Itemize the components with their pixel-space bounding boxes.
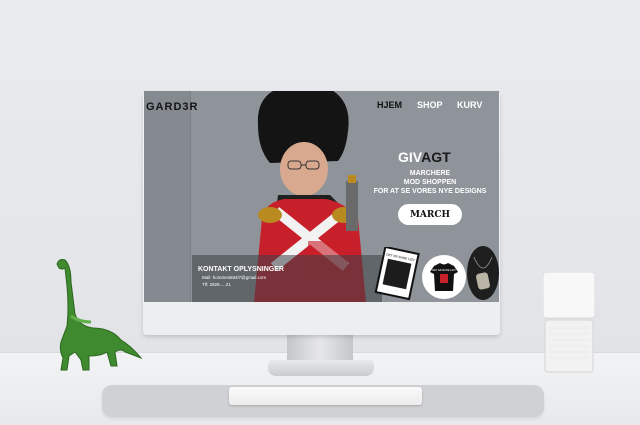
promo-title: GIVAGT: [398, 149, 451, 165]
contact-panel: KONTAKT OPLYSNINGER Mail: hommes684l7@gm…: [192, 255, 382, 302]
promo-line-3: FOR AT SE VORES NYE DESIGNS: [373, 188, 487, 195]
product-dogtag[interactable]: [466, 245, 499, 301]
promo-line-1: MARCHERE: [409, 170, 451, 177]
website-screen: GARD3R HJEM SHOP KURV GIVAGT MARCHERE MO…: [144, 91, 499, 302]
product-poster[interactable]: DET ER BARE LIDT: [374, 247, 420, 301]
contact-heading: KONTAKT OPLYSNINGER: [198, 266, 284, 273]
storage-hub-device: [543, 272, 595, 373]
march-button[interactable]: MARCH: [398, 204, 462, 225]
dinosaur-toy: [56, 259, 143, 371]
monitor-stand-base: [268, 360, 374, 376]
left-panel: [144, 91, 191, 302]
product-tshirt[interactable]: DET ER BARE LIDT: [421, 254, 467, 300]
nav-kurv[interactable]: KURV: [457, 100, 482, 110]
promo-title-part1: GIV: [398, 149, 422, 165]
site-logo[interactable]: GARD3R: [146, 101, 198, 113]
promo-line-2: MOD SHOPPEN: [403, 179, 457, 186]
contact-mail: Mail: hommes684l7@gmail.com: [202, 275, 267, 280]
promo-text: MARCHERE MOD SHOPPEN FOR AT SE VORES NYE…: [370, 169, 490, 196]
promo-title-part2: AGT: [421, 149, 451, 165]
product-tshirt-caption: DET ER BARE LIDT: [432, 268, 456, 272]
monitor-chin: [143, 302, 500, 335]
contact-phone: Tlf: 2929.....21: [202, 282, 231, 287]
desktop-monitor: GARD3R HJEM SHOP KURV GIVAGT MARCHERE MO…: [143, 91, 500, 335]
keyboard: [229, 387, 422, 405]
nav-shop[interactable]: SHOP: [417, 100, 443, 110]
